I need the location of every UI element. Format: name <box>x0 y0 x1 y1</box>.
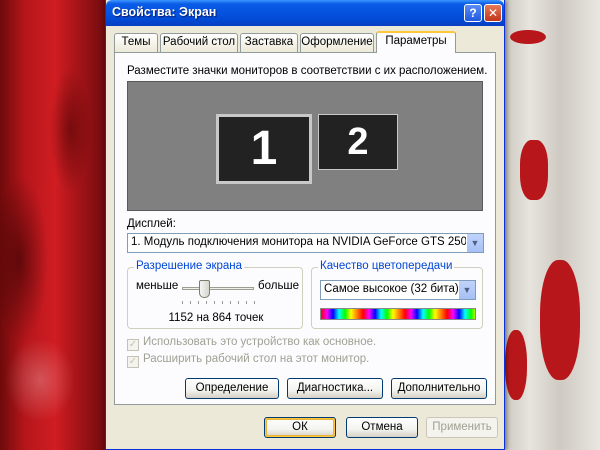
checkbox-icon[interactable]: ✓ <box>127 356 139 368</box>
tab-screensaver[interactable]: Заставка <box>240 33 298 52</box>
troubleshoot-button[interactable]: Диагностика... <box>287 378 383 399</box>
color-quality-legend: Качество цветопередачи <box>318 260 455 272</box>
monitor-arrangement-area: 1 2 <box>127 81 483 211</box>
resolution-slider-thumb[interactable] <box>198 280 210 298</box>
tab-desktop[interactable]: Рабочий стол <box>160 33 238 52</box>
identify-button[interactable]: Определение <box>185 378 279 399</box>
slider-tick <box>238 301 239 304</box>
slider-tick <box>214 301 215 304</box>
resolution-less-label: меньше <box>136 280 179 292</box>
tab-settings[interactable]: Параметры <box>376 31 456 53</box>
apply-button: Применить <box>426 417 498 438</box>
resolution-value: 1152 на 864 точек <box>168 312 264 324</box>
color-quality-select[interactable]: Самое высокое (32 бита) ▼ <box>320 280 476 300</box>
title-bar[interactable]: Свойства: Экран ? ✕ <box>106 0 504 26</box>
help-icon[interactable]: ? <box>464 4 482 22</box>
paint-splat <box>505 330 527 400</box>
slider-tick <box>222 301 223 304</box>
chevron-down-icon[interactable]: ▼ <box>466 234 483 252</box>
cancel-button[interactable]: Отмена <box>346 417 418 438</box>
color-quality-group: Качество цветопередачи Самое высокое (32… <box>311 260 483 329</box>
paint-splat <box>520 140 548 200</box>
checkbox-icon[interactable]: ✓ <box>127 339 139 351</box>
monitor-2-icon[interactable]: 2 <box>318 114 398 170</box>
slider-tick <box>206 301 207 304</box>
resolution-group: Разрешение экрана меньше больше 1152 на … <box>127 260 303 329</box>
monitor-1-icon[interactable]: 1 <box>216 114 312 184</box>
slider-tick <box>254 301 255 304</box>
slider-tick <box>190 301 191 304</box>
paint-splat <box>510 30 546 44</box>
color-spectrum-bar <box>320 308 476 320</box>
slider-tick <box>182 301 183 304</box>
slider-tick <box>230 301 231 304</box>
ok-button[interactable]: ОК <box>264 417 336 438</box>
slider-tick <box>246 301 247 304</box>
display-label: Дисплей: <box>127 218 176 230</box>
chevron-down-icon[interactable]: ▼ <box>458 281 475 299</box>
display-select[interactable]: 1. Модуль подключения монитора на NVIDIA… <box>127 233 484 253</box>
checkbox-label: Расширить рабочий стол на этот монитор. <box>143 353 370 365</box>
advanced-button[interactable]: Дополнительно <box>391 378 487 399</box>
instruction-text: Разместите значки мониторов в соответств… <box>127 65 488 77</box>
settings-panel: Разместите значки мониторов в соответств… <box>114 52 496 405</box>
tab-themes[interactable]: Темы <box>114 33 158 52</box>
color-quality-value: Самое высокое (32 бита) <box>324 283 459 295</box>
paint-splat <box>540 260 580 380</box>
resolution-slider-track[interactable] <box>182 287 254 290</box>
close-icon[interactable]: ✕ <box>484 4 502 22</box>
resolution-legend: Разрешение экрана <box>134 260 245 272</box>
checkbox-extend-desktop[interactable]: ✓ Расширить рабочий стол на этот монитор. <box>127 353 369 368</box>
display-properties-window: Свойства: Экран ? ✕ Темы Рабочий стол За… <box>105 0 505 450</box>
slider-tick <box>198 301 199 304</box>
display-select-value: 1. Модуль подключения монитора на NVIDIA… <box>131 236 468 248</box>
checkbox-label: Использовать это устройство как основное… <box>143 336 377 348</box>
resolution-more-label: больше <box>258 280 300 292</box>
checkbox-primary-device[interactable]: ✓ Использовать это устройство как основно… <box>127 336 376 351</box>
window-title: Свойства: Экран <box>112 5 217 19</box>
tab-appearance[interactable]: Оформление <box>300 33 374 52</box>
